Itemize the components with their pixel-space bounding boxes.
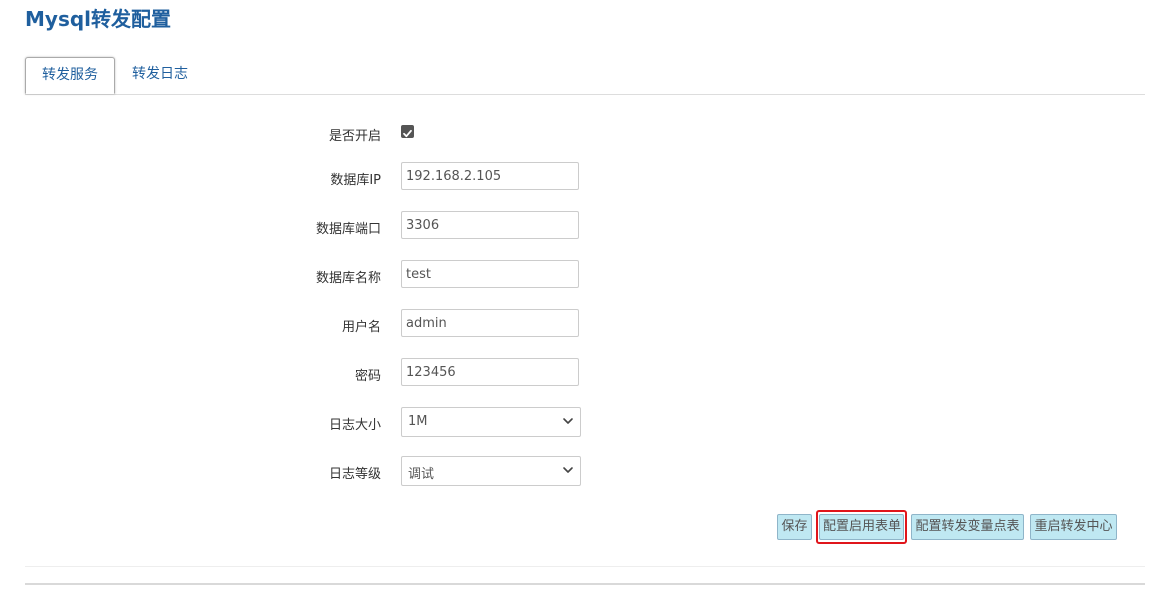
check-icon	[403, 129, 412, 138]
chevron-down-icon	[563, 467, 573, 473]
save-button[interactable]: 保存	[777, 514, 812, 540]
tab-forward-log[interactable]: 转发日志	[121, 57, 199, 92]
footer-divider	[25, 583, 1145, 585]
chevron-down-icon	[563, 418, 573, 424]
username-label: 用户名	[341, 320, 381, 335]
log-size-label: 日志大小	[328, 418, 381, 433]
db-ip-label: 数据库IP	[330, 173, 381, 188]
log-size-select[interactable]: 1M	[401, 407, 581, 437]
password-label: 密码	[354, 369, 381, 384]
config-var-points-button[interactable]: 配置转发变量点表	[911, 514, 1024, 540]
log-level-value: 调试	[408, 467, 435, 482]
log-size-value: 1M	[408, 414, 428, 429]
db-port-label: 数据库端口	[315, 222, 381, 237]
tab-forward-service[interactable]: 转发服务	[25, 57, 115, 94]
password-input[interactable]	[401, 358, 579, 386]
page-title: Mysql转发配置	[25, 7, 172, 31]
log-level-label: 日志等级	[328, 467, 381, 482]
db-name-input[interactable]	[401, 260, 579, 288]
username-input[interactable]	[401, 309, 579, 337]
db-name-label: 数据库名称	[315, 271, 381, 286]
enable-checkbox[interactable]	[401, 125, 414, 138]
restart-center-button[interactable]: 重启转发中心	[1030, 514, 1117, 540]
log-level-select[interactable]: 调试	[401, 456, 581, 486]
divider	[25, 566, 1145, 567]
db-ip-input[interactable]	[401, 162, 579, 190]
db-port-input[interactable]	[401, 211, 579, 239]
tab-bar: 转发服务 转发日志	[25, 57, 1145, 95]
enable-label: 是否开启	[328, 129, 381, 144]
highlight-box	[816, 510, 907, 544]
